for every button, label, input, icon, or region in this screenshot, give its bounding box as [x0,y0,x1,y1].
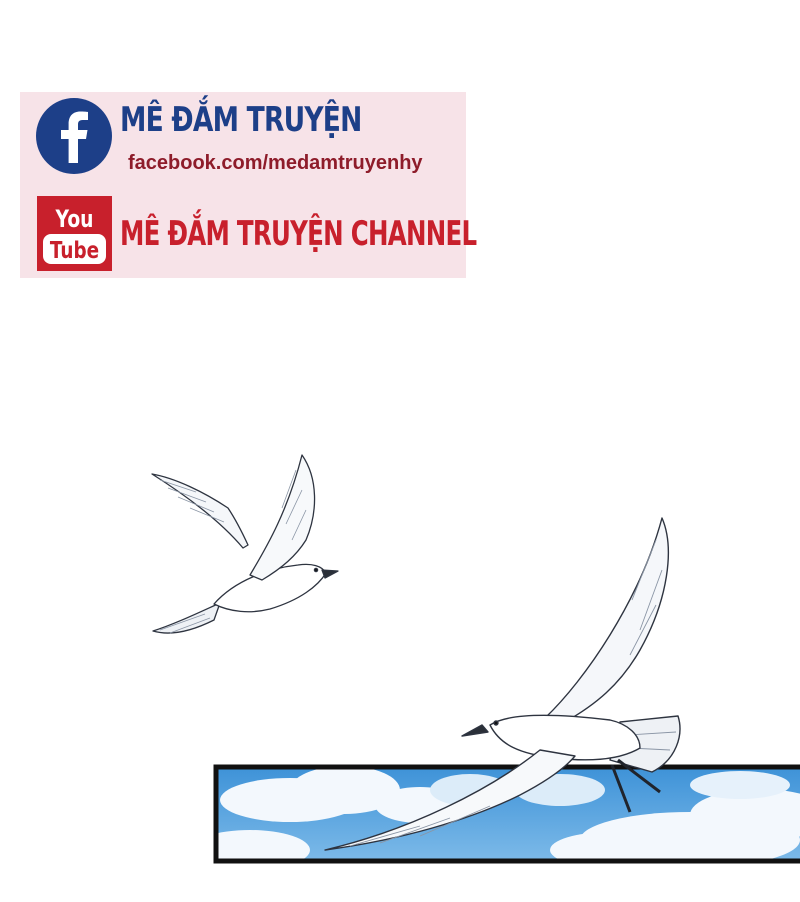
comic-panel-scene [151,454,800,864]
seagull-small [151,454,339,634]
